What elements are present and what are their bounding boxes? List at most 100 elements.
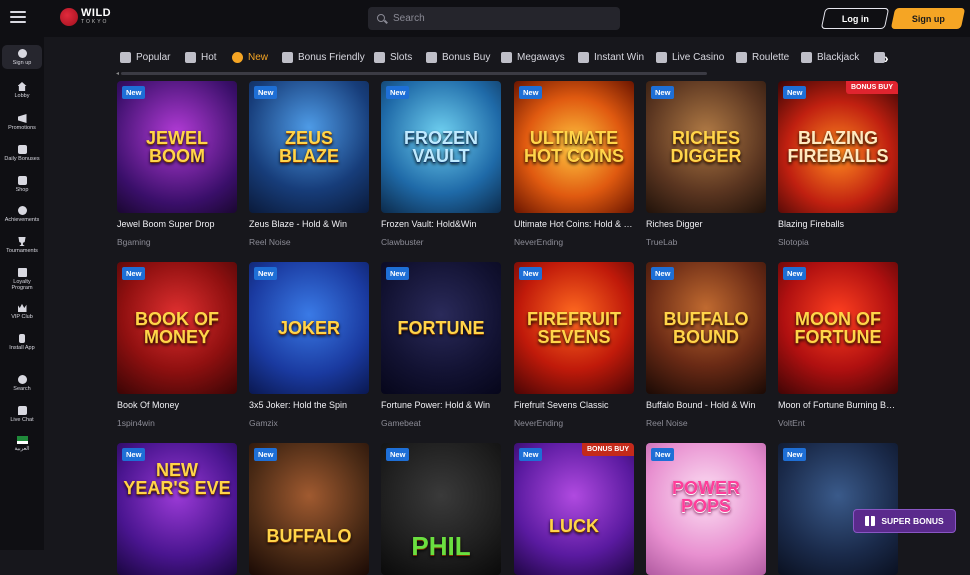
game-title[interactable]: Book Of Money [117,400,237,410]
game-thumbnail[interactable]: FROZEN VAULT New [381,81,501,213]
game-card[interactable]: JOKER New 3x5 Joker: Hold the Spin Gamzi… [249,262,369,428]
game-thumbnail[interactable]: PHIL New [381,443,501,575]
tab-roulette[interactable]: Roulette [736,46,789,68]
game-card[interactable]: MOON OF FORTUNE New Moon of Fortune Burn… [778,262,898,428]
chevron-right-icon[interactable]: › [884,50,889,66]
game-thumbnail[interactable]: FIREFRUIT SEVENS New [514,262,634,394]
game-title[interactable]: Moon of Fortune Burning Board [778,400,898,410]
game-card[interactable]: JEWEL BOOM New Jewel Boom Super Drop Bga… [117,81,237,247]
tab-hot[interactable]: Hot [185,46,217,68]
tab-live-casino[interactable]: Live Casino [656,46,724,68]
game-title[interactable]: Blazing Fireballs [778,219,898,229]
game-title[interactable]: Jewel Boom Super Drop [117,219,237,229]
sidebar-item-shop[interactable]: Shop [2,176,42,193]
tab-bonus-friendly[interactable]: Bonus Friendly [282,46,365,68]
game-provider[interactable]: NeverEnding [514,237,634,247]
signup-button[interactable]: Sign up [890,8,966,29]
logo[interactable]: WILD TOKYO [60,7,111,26]
game-provider[interactable]: Clawbuster [381,237,501,247]
game-art-title: LUCK [549,516,599,536]
game-title[interactable]: 3x5 Joker: Hold the Spin [249,400,369,410]
sidebar-item-tournaments[interactable]: Tournaments [2,237,42,254]
hamburger-menu-icon[interactable] [10,11,26,25]
sidebar-item-vip-club[interactable]: VIP Club [2,303,42,320]
game-card[interactable]: ULTIMATE HOT COINS New Ultimate Hot Coin… [514,81,634,247]
game-provider[interactable]: TrueLab [646,237,766,247]
sidebar-item-sign-up[interactable]: Sign up [2,45,42,69]
sidebar-item-language[interactable]: العربية [2,436,42,452]
game-card[interactable]: BLAZING FIREBALLS New BONUS BUY Blazing … [778,81,898,247]
game-card[interactable]: LUCK New BONUS BUY [514,443,634,575]
game-provider[interactable]: Gamzix [249,418,369,428]
category-scrollbar[interactable] [121,72,707,75]
game-provider[interactable]: Bgaming [117,237,237,247]
sidebar-item-loyalty-program[interactable]: Loyalty Program [2,268,42,291]
game-title[interactable]: Frozen Vault: Hold&Win [381,219,501,229]
game-thumbnail[interactable]: LUCK New BONUS BUY [514,443,634,575]
login-button[interactable]: Log in [820,8,890,29]
game-thumbnail[interactable]: ULTIMATE HOT COINS New [514,81,634,213]
game-title[interactable]: Zeus Blaze - Hold & Win [249,219,369,229]
game-card[interactable]: BOOK OF MONEY New Book Of Money 1spin4wi… [117,262,237,428]
game-thumbnail[interactable]: NEW YEAR'S EVE New [117,443,237,575]
game-thumbnail[interactable]: BUFFALO New [249,443,369,575]
game-card[interactable]: PHIL New [381,443,501,575]
search-bar[interactable] [368,7,620,30]
sidebar-item-daily-bonuses[interactable]: Daily Bonuses [2,145,42,162]
tab-slots[interactable]: Slots [374,46,412,68]
game-title[interactable]: Firefruit Sevens Classic [514,400,634,410]
game-provider[interactable]: 1spin4win [117,418,237,428]
game-title[interactable]: Fortune Power: Hold & Win [381,400,501,410]
tab-bonus-buy[interactable]: Bonus Buy [426,46,490,68]
game-card[interactable]: BUFFALO New [249,443,369,575]
sidebar-item-search[interactable]: Search [2,375,42,392]
game-thumbnail[interactable]: BLAZING FIREBALLS New BONUS BUY [778,81,898,213]
sidebar-item-achievements[interactable]: Achievements [2,206,42,223]
game-title[interactable]: Buffalo Bound - Hold & Win [646,400,766,410]
game-thumbnail[interactable]: JEWEL BOOM New [117,81,237,213]
tab-instant-win[interactable]: Instant Win [578,46,644,68]
game-provider[interactable]: Reel Noise [249,237,369,247]
sidebar-item-live-chat[interactable]: Live Chat [2,406,42,423]
scroll-left-icon[interactable]: ◂ [116,70,119,77]
tab-new[interactable]: New [232,46,268,68]
top-bar: WILD TOKYO Log in Sign up [0,0,970,37]
game-provider[interactable]: Gamebeat [381,418,501,428]
game-card[interactable]: NEW YEAR'S EVE New [117,443,237,575]
game-thumbnail[interactable]: MOON OF FORTUNE New [778,262,898,394]
game-provider[interactable]: VoltEnt [778,418,898,428]
game-provider[interactable]: Slotopia [778,237,898,247]
game-thumbnail[interactable]: ZEUS BLAZE New [249,81,369,213]
tab-popular[interactable]: Popular [120,46,170,68]
game-card[interactable]: ZEUS BLAZE New Zeus Blaze - Hold & Win R… [249,81,369,247]
game-card[interactable]: FIREFRUIT SEVENS New Firefruit Sevens Cl… [514,262,634,428]
sidebar-item-install-app[interactable]: Install App [2,334,42,351]
game-thumbnail[interactable]: POWER POPS New [646,443,766,575]
game-card[interactable]: RICHES DIGGER New Riches Digger TrueLab [646,81,766,247]
game-title[interactable]: Riches Digger [646,219,766,229]
game-thumbnail[interactable]: JOKER New [249,262,369,394]
sidebar-item-promotions[interactable]: Promotions [2,114,42,131]
megaways-icon [501,51,512,63]
game-thumbnail[interactable]: BOOK OF MONEY New [117,262,237,394]
new-badge: New [254,267,278,280]
game-card[interactable]: FROZEN VAULT New Frozen Vault: Hold&Win … [381,81,501,247]
tab-blackjack[interactable]: Blackjack [801,46,859,68]
game-title[interactable]: Ultimate Hot Coins: Hold & Win 3x3 [514,219,634,229]
megaphone-icon [17,114,27,123]
game-card[interactable]: FORTUNE New Fortune Power: Hold & Win Ga… [381,262,501,428]
game-thumbnail[interactable]: FORTUNE New [381,262,501,394]
super-bonus-button[interactable]: SUPER BONUS [853,509,956,533]
game-provider[interactable]: NeverEnding [514,418,634,428]
game-card[interactable]: BUFFALO BOUND New Buffalo Bound - Hold &… [646,262,766,428]
game-provider[interactable]: Reel Noise [646,418,766,428]
game-art-title: BLAZING FIREBALLS [787,128,889,166]
game-card[interactable]: POWER POPS New [646,443,766,575]
flag-icon [16,436,28,444]
search-input[interactable] [393,13,613,24]
game-thumbnail[interactable]: BUFFALO BOUND New [646,262,766,394]
tab-megaways[interactable]: Megaways [501,46,565,68]
game-thumbnail[interactable]: RICHES DIGGER New [646,81,766,213]
sidebar-item-lobby[interactable]: Lobby [2,82,42,99]
game-art-title: PHIL [411,531,471,561]
